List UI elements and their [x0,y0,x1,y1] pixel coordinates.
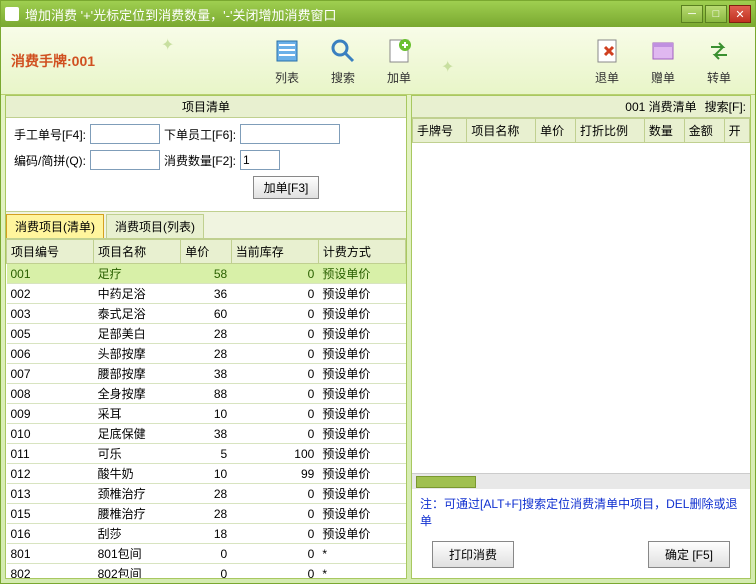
code-input[interactable] [90,150,160,170]
manual-input[interactable] [90,124,160,144]
app-icon [5,7,19,21]
table-row[interactable]: 801801包间00* [7,544,406,564]
table-row[interactable]: 003泰式足浴600预设单价 [7,304,406,324]
table-row[interactable]: 802802包间00* [7,564,406,579]
toolbar-转单[interactable]: 转单 [703,35,735,86]
col-header[interactable]: 项目名称 [94,240,181,264]
col-header[interactable]: 单价 [181,240,231,264]
col-header[interactable]: 手牌号 [413,119,467,143]
toolbar-退单[interactable]: 退单 [591,35,623,86]
consume-tag: 消费手牌:001 [11,51,95,71]
table-row[interactable]: 012酸牛奶1099预设单价 [7,464,406,484]
qty-label: 消费数量[F2]: [164,152,236,169]
table-row[interactable]: 013颈椎治疗280预设单价 [7,484,406,504]
left-panel-title: 项目清单 [6,96,406,118]
toolbar-label: 退单 [595,69,619,86]
tab-消费项目(清单)[interactable]: 消费项目(清单) [6,214,104,238]
table-row[interactable]: 002中药足浴360预设单价 [7,284,406,304]
col-header[interactable]: 数量 [644,119,684,143]
table-row[interactable]: 016刮莎180预设单价 [7,524,406,544]
staff-label: 下单员工[F6]: [164,126,236,143]
horizontal-scrollbar[interactable] [412,473,750,489]
转单-icon [703,35,735,67]
col-header[interactable]: 金额 [684,119,724,143]
col-header[interactable]: 项目名称 [467,119,536,143]
搜索-icon [327,35,359,67]
col-header[interactable]: 开 [724,119,749,143]
right-title-search: 搜索[F]: [701,98,750,115]
table-row[interactable]: 011可乐5100预设单价 [7,444,406,464]
qty-input[interactable] [240,150,280,170]
toolbar-加单[interactable]: 加单 [383,35,415,86]
tabs: 消费项目(清单)消费项目(列表) [6,212,406,239]
titlebar: 增加消费 '+'光标定位到消费数量，'-'关闭增加消费窗口 ─ □ ✕ [1,1,755,27]
star-decoration: ✦ [161,35,181,55]
left-panel: 项目清单 手工单号[F4]: 下单员工[F6]: 编码/简拼(Q): 消费数量[… [5,95,407,579]
table-row[interactable]: 007腰部按摩380预设单价 [7,364,406,384]
toolbar-label: 搜索 [331,69,355,86]
table-row[interactable]: 009采耳100预设单价 [7,404,406,424]
window-title: 增加消费 '+'光标定位到消费数量，'-'关闭增加消费窗口 [25,5,681,24]
add-button[interactable]: 加单[F3] [253,176,320,199]
toolbar: ✦ ✦ 消费手牌:001 列表 搜索 加单 退单 赠单 转单 [1,27,755,95]
minimize-button[interactable]: ─ [681,5,703,23]
toolbar-label: 列表 [275,69,299,86]
items-table: 项目编号项目名称单价当前库存计费方式 001足疗580预设单价002中药足浴36… [6,239,406,578]
toolbar-赠单[interactable]: 赠单 [647,35,679,86]
left-table-wrap[interactable]: 项目编号项目名称单价当前库存计费方式 001足疗580预设单价002中药足浴36… [6,239,406,578]
toolbar-label: 赠单 [651,69,675,86]
staff-input[interactable] [240,124,340,144]
tab-消费项目(列表)[interactable]: 消费项目(列表) [106,214,204,238]
table-row[interactable]: 015腰椎治疗280预设单价 [7,504,406,524]
scroll-thumb[interactable] [416,476,476,488]
col-header[interactable]: 项目编号 [7,240,94,264]
right-panel-title: 001 消费清单 搜索[F]: [412,96,750,118]
列表-icon [271,35,303,67]
toolbar-label: 转单 [707,69,731,86]
table-row[interactable]: 006头部按摩280预设单价 [7,344,406,364]
table-row[interactable]: 005足部美白280预设单价 [7,324,406,344]
manual-label: 手工单号[F4]: [14,126,86,143]
col-header[interactable]: 单价 [536,119,576,143]
toolbar-label: 加单 [387,69,411,86]
toolbar-搜索[interactable]: 搜索 [327,35,359,86]
col-header[interactable]: 当前库存 [231,240,318,264]
table-row[interactable]: 010足底保健380预设单价 [7,424,406,444]
right-panel: 001 消费清单 搜索[F]: 手牌号项目名称单价打折比例数量金额开 注：可通过… [411,95,751,579]
赠单-icon [647,35,679,67]
close-button[interactable]: ✕ [729,5,751,23]
right-title-left: 001 消费清单 [412,98,701,115]
加单-icon [383,35,415,67]
table-row[interactable]: 008全身按摩880预设单价 [7,384,406,404]
col-header[interactable]: 打折比例 [576,119,645,143]
print-button[interactable]: 打印消费 [432,541,514,568]
hint-note: 注：可通过[ALT+F]搜索定位消费清单中项目，DEL删除或退单 [412,489,750,535]
退单-icon [591,35,623,67]
toolbar-列表[interactable]: 列表 [271,35,303,86]
maximize-button[interactable]: □ [705,5,727,23]
form-area: 手工单号[F4]: 下单员工[F6]: 编码/简拼(Q): 消费数量[F2]: … [6,118,406,212]
code-label: 编码/简拼(Q): [14,152,86,169]
consume-table: 手牌号项目名称单价打折比例数量金额开 [412,118,750,143]
ok-button[interactable]: 确定 [F5] [648,541,730,568]
consume-list-body[interactable] [412,143,750,473]
col-header[interactable]: 计费方式 [318,240,405,264]
table-row[interactable]: 001足疗580预设单价 [7,264,406,284]
star-decoration: ✦ [441,57,461,77]
